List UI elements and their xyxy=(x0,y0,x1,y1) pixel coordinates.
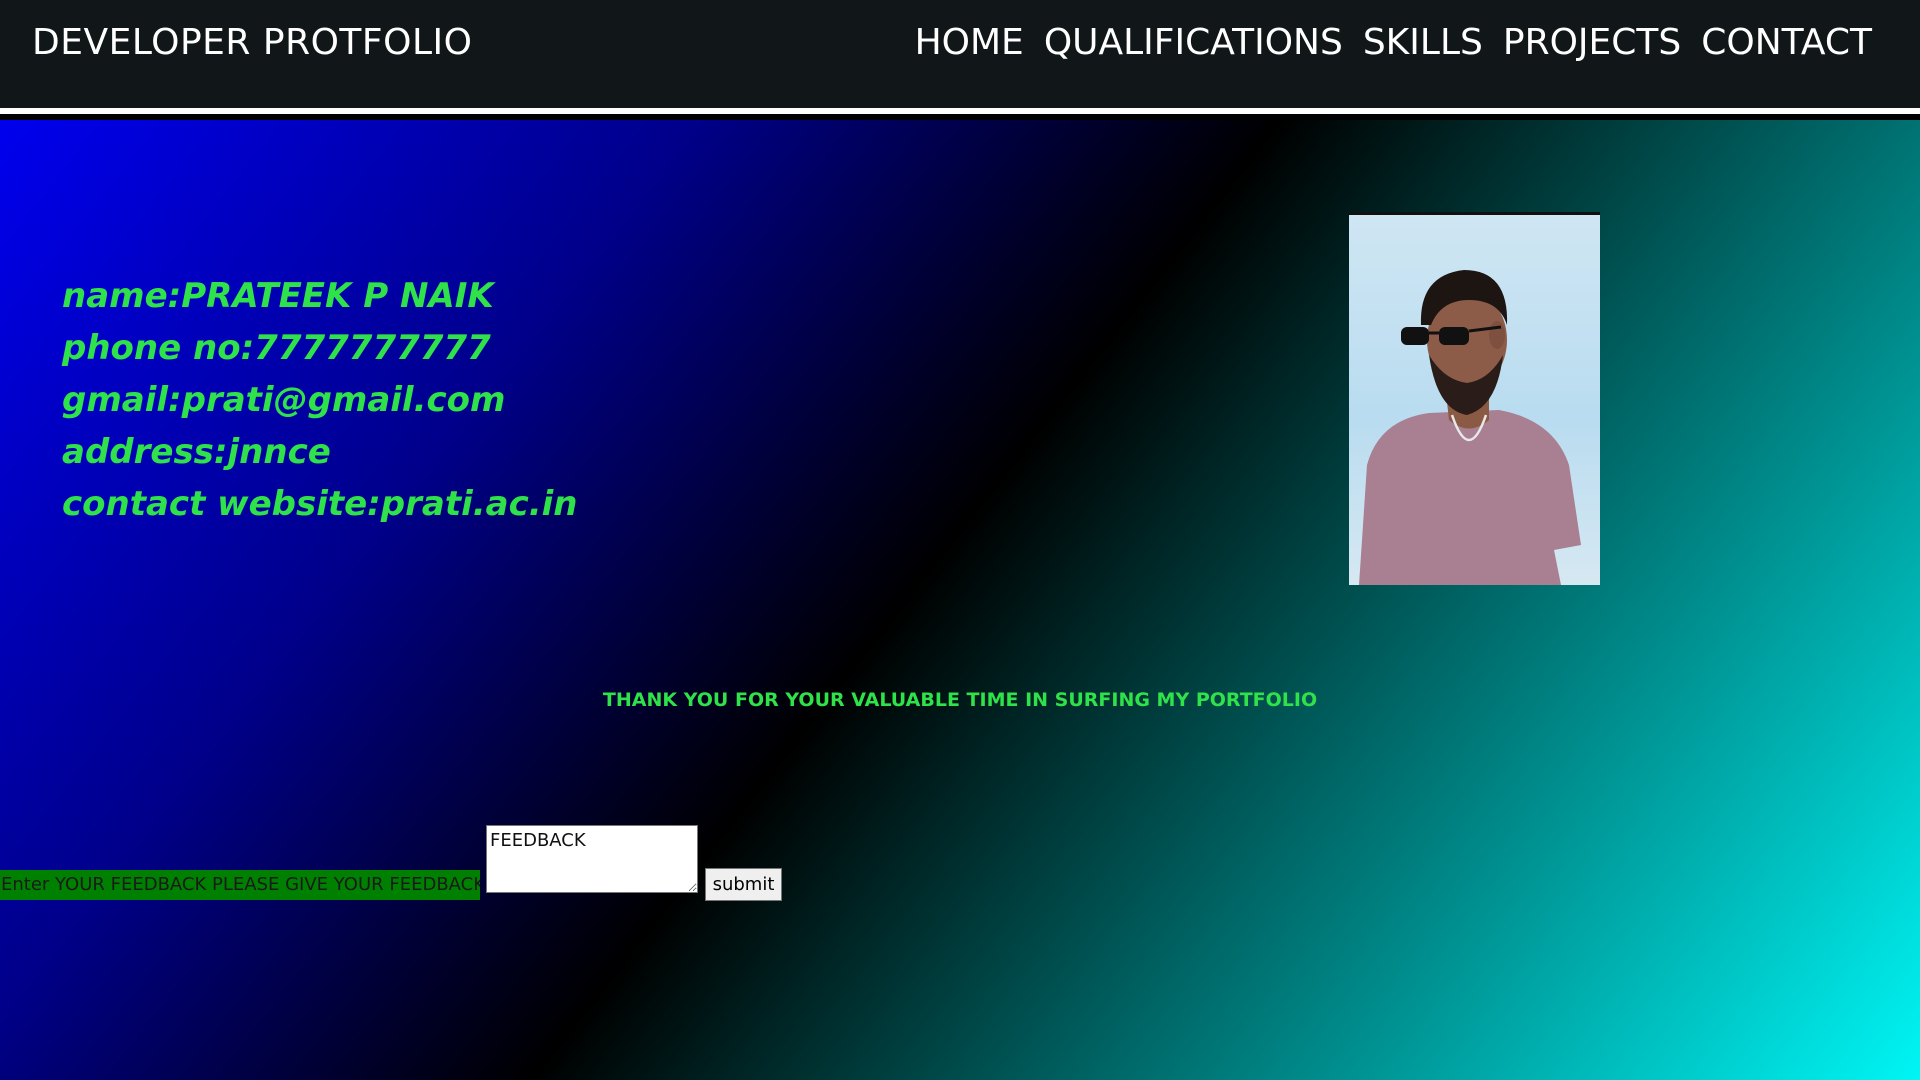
nav-qualifications[interactable]: QUALIFICATIONS xyxy=(1044,20,1343,66)
feedback-textarea[interactable]: FEEDBACK xyxy=(486,825,698,893)
site-brand: DEVELOPER PROTFOLIO xyxy=(32,22,473,63)
contact-address: address:jnnce xyxy=(62,432,331,472)
contact-phone: phone no:7777777777 xyxy=(62,328,491,368)
thank-you-message: THANK YOU FOR YOUR VALUABLE TIME IN SURF… xyxy=(602,689,1318,711)
contact-name: name:PRATEEK P NAIK xyxy=(62,276,494,316)
profile-photo-illustration xyxy=(1359,270,1581,585)
submit-button[interactable]: submit xyxy=(705,868,782,901)
contact-details: name:PRATEEK P NAIK phone no:7777777777 … xyxy=(62,270,578,530)
feedback-label: Enter YOUR FEEDBACK PLEASE GIVE YOUR FEE… xyxy=(0,870,480,900)
profile-photo xyxy=(1349,212,1600,585)
nav-menu: HOME QUALIFICATIONS SKILLS PROJECTS CONT… xyxy=(915,20,1872,66)
nav-projects[interactable]: PROJECTS xyxy=(1503,20,1681,66)
nav-contact[interactable]: CONTACT xyxy=(1701,20,1872,66)
contact-section: name:PRATEEK P NAIK phone no:7777777777 … xyxy=(0,120,1920,1080)
top-navbar: DEVELOPER PROTFOLIO HOME QUALIFICATIONS … xyxy=(0,0,1920,114)
contact-website: contact website:prati.ac.in xyxy=(62,484,578,524)
contact-email: gmail:prati@gmail.com xyxy=(62,380,506,420)
nav-skills[interactable]: SKILLS xyxy=(1363,20,1483,66)
nav-home[interactable]: HOME xyxy=(915,20,1024,66)
